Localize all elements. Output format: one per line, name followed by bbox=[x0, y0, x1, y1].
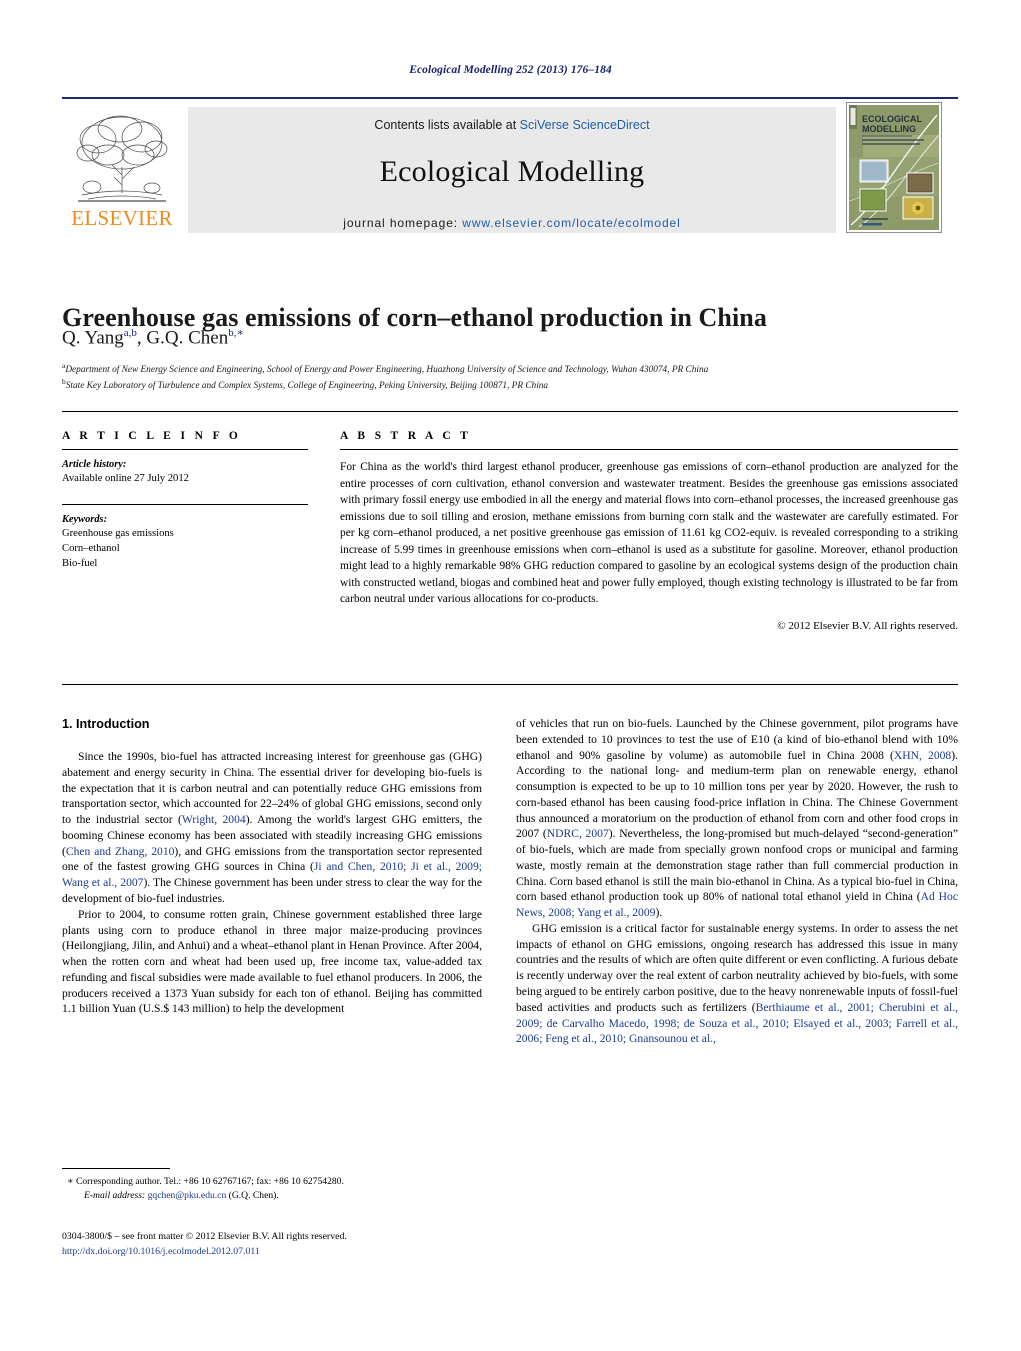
citation-link[interactable]: Wright, 2004 bbox=[182, 813, 246, 826]
paragraph: Prior to 2004, to consume rotten grain, … bbox=[62, 907, 482, 1016]
elsevier-wordmark: ELSEVIER bbox=[71, 206, 173, 230]
citation-link[interactable]: XHN, 2008 bbox=[894, 749, 951, 762]
email-note: E-mail address: gqchen@pku.edu.cn (G.Q. … bbox=[62, 1189, 482, 1203]
keywords-label: Keywords: bbox=[62, 514, 108, 526]
paragraph: Since the 1990s, bio-fuel has attracted … bbox=[62, 749, 482, 907]
elsevier-tree-icon bbox=[76, 115, 168, 202]
abstract-paragraph: For China as the world's third largest e… bbox=[340, 461, 958, 606]
citation-link[interactable]: Chen and Zhang, 2010 bbox=[66, 845, 175, 858]
masthead-center-panel: Contents lists available at SciVerse Sci… bbox=[188, 107, 836, 233]
issn-copyright-line: 0304-3800/$ – see front matter © 2012 El… bbox=[62, 1231, 347, 1242]
body-column-left: 1. Introduction Since the 1990s, bio-fue… bbox=[62, 716, 482, 1017]
abstract-column: A B S T R A C T For China as the world's… bbox=[340, 430, 958, 632]
imprint-block: 0304-3800/$ – see front matter © 2012 El… bbox=[62, 1229, 542, 1259]
svg-text:MODELLING: MODELLING bbox=[862, 124, 916, 134]
section-heading-introduction: 1. Introduction bbox=[62, 717, 150, 731]
keyword-item: Bio-fuel bbox=[62, 558, 98, 570]
article-info-divider-2 bbox=[62, 504, 308, 506]
email-link[interactable]: gqchen@pku.edu.cn bbox=[148, 1190, 227, 1201]
paragraph-text: of vehicles that run on bio-fuels. Launc… bbox=[516, 717, 958, 762]
svg-text:ECOLOGICAL: ECOLOGICAL bbox=[862, 114, 923, 124]
abstract-text: For China as the world's third largest e… bbox=[340, 459, 958, 608]
body-column-right: of vehicles that run on bio-fuels. Launc… bbox=[516, 716, 958, 1047]
paragraph: GHG emission is a critical factor for su… bbox=[516, 921, 958, 1047]
author-1-affil-marker: a,b bbox=[123, 327, 137, 339]
affiliation-b-text: State Key Laboratory of Turbulence and C… bbox=[65, 381, 549, 392]
corresponding-marker: ∗ bbox=[67, 1176, 74, 1187]
email-owner: (G.Q. Chen). bbox=[228, 1189, 279, 1201]
sciencedirect-link[interactable]: SciVerse ScienceDirect bbox=[520, 118, 650, 132]
abstract-heading: A B S T R A C T bbox=[340, 430, 472, 442]
author-list: Q. Yanga,b, G.Q. Chenb,∗ bbox=[62, 326, 942, 349]
article-info-column: A R T I C L E I N F O Article history: A… bbox=[62, 430, 308, 571]
journal-cover-thumbnail: ECOLOGICAL MODELLING bbox=[846, 102, 942, 233]
contents-prefix: Contents lists available at bbox=[374, 118, 520, 132]
article-history-label: Article history: bbox=[62, 459, 127, 470]
corresponding-text: Corresponding author. Tel.: +86 10 62767… bbox=[75, 1176, 344, 1187]
article-info-divider-1 bbox=[62, 449, 308, 450]
article-history-value: Available online 27 July 2012 bbox=[62, 473, 189, 484]
citation-link[interactable]: NDRC, 2007 bbox=[547, 827, 609, 840]
contents-available-line: Contents lists available at SciVerse Sci… bbox=[188, 118, 836, 132]
homepage-prefix: journal homepage: bbox=[343, 216, 459, 230]
affiliation-a-text: Department of New Energy Science and Eng… bbox=[65, 365, 709, 376]
author-2-affil-marker: b,∗ bbox=[228, 327, 244, 339]
copyright-line: © 2012 Elsevier B.V. All rights reserved… bbox=[777, 619, 958, 632]
doi-link[interactable]: http://dx.doi.org/10.1016/j.ecolmodel.20… bbox=[62, 1244, 542, 1259]
abstract-bottom-divider bbox=[62, 684, 958, 685]
running-head: Ecological Modelling 252 (2013) 176–184 bbox=[409, 64, 612, 76]
affiliation-b: bState Key Laboratory of Turbulence and … bbox=[62, 377, 952, 393]
author-1: Q. Yang bbox=[62, 327, 124, 349]
homepage-url-link[interactable]: www.elsevier.com/locate/ecolmodel bbox=[462, 216, 680, 230]
info-top-divider bbox=[62, 411, 958, 412]
keyword-item: Greenhouse gas emissions bbox=[62, 528, 174, 540]
affiliation-a: aDepartment of New Energy Science and En… bbox=[62, 361, 952, 377]
paragraph: of vehicles that run on bio-fuels. Launc… bbox=[516, 716, 958, 921]
cover-artwork: ECOLOGICAL MODELLING bbox=[849, 105, 939, 230]
journal-homepage-line: journal homepage: www.elsevier.com/locat… bbox=[188, 216, 836, 230]
elsevier-logo: ELSEVIER bbox=[62, 107, 182, 233]
article-info-heading: A R T I C L E I N F O bbox=[62, 430, 242, 442]
journal-masthead: ELSEVIER Contents lists available at Sci… bbox=[62, 97, 958, 233]
corresponding-author-note: ∗ Corresponding author. Tel.: +86 10 627… bbox=[62, 1175, 482, 1189]
email-label: E-mail address: bbox=[84, 1189, 146, 1201]
keyword-item: Corn–ethanol bbox=[62, 543, 120, 555]
affiliations: aDepartment of New Energy Science and En… bbox=[62, 361, 952, 394]
footnote-divider bbox=[62, 1168, 170, 1169]
paragraph-text: ). bbox=[655, 906, 663, 920]
abstract-divider bbox=[340, 449, 958, 450]
footnote-block: ∗ Corresponding author. Tel.: +86 10 627… bbox=[62, 1168, 482, 1203]
author-2: , G.Q. Chen bbox=[136, 327, 229, 349]
journal-title: Ecological Modelling bbox=[379, 155, 645, 188]
article-first-page: Ecological Modelling 252 (2013) 176–184 bbox=[0, 0, 1021, 1351]
